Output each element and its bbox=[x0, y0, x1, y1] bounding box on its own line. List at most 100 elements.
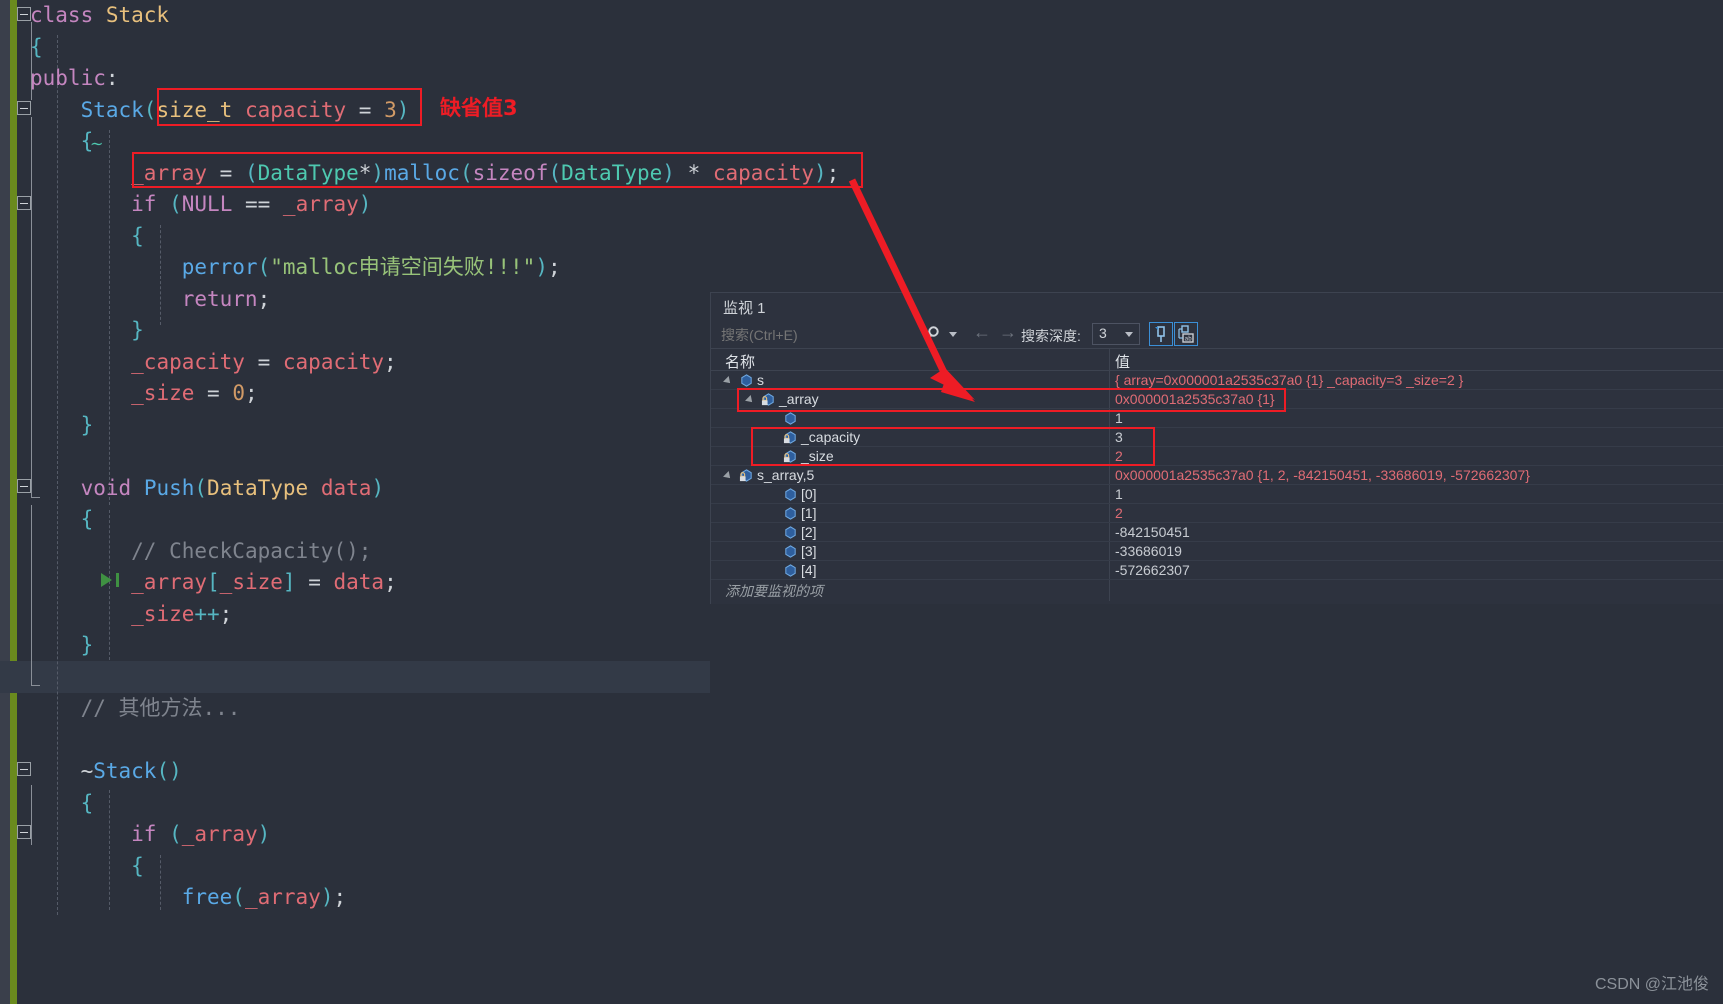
pin-button[interactable] bbox=[1149, 322, 1173, 346]
hex-display-button[interactable]: ab bbox=[1174, 322, 1198, 346]
code-token: ; bbox=[384, 570, 397, 594]
watch-row-value[interactable]: -842150451 bbox=[1115, 524, 1190, 540]
code-token: ( bbox=[143, 97, 157, 122]
code-line: perror("malloc申请空间失败!!!"); bbox=[30, 252, 839, 284]
code-token: ) bbox=[371, 160, 385, 185]
search-depth-value: 3 bbox=[1099, 325, 1107, 341]
fold-toggle-dtor[interactable] bbox=[17, 762, 31, 776]
fold-toggle-push[interactable] bbox=[17, 479, 31, 493]
fold-toggle-dtor-if[interactable] bbox=[17, 825, 31, 839]
code-token: "malloc申请空间失败!!!" bbox=[270, 255, 536, 279]
code-token: ( bbox=[459, 160, 473, 185]
code-token: _array bbox=[181, 822, 258, 846]
search-box[interactable] bbox=[719, 323, 959, 347]
change-indicator-bar bbox=[10, 0, 17, 1004]
arrow-right-icon[interactable]: → bbox=[999, 322, 1017, 343]
watch-row-value[interactable]: 0x000001a2535c37a0 {1, 2, -842150451, -3… bbox=[1115, 467, 1530, 483]
watch-row[interactable]: [4] -572662307 bbox=[711, 561, 1723, 580]
column-header-value: 值 bbox=[1115, 354, 1131, 371]
hex-display-icon: ab bbox=[1178, 325, 1194, 343]
code-token: ( bbox=[244, 160, 258, 185]
watch-row-name: [2] bbox=[801, 524, 817, 540]
code-token: capacity bbox=[712, 160, 815, 185]
search-depth-chevron-down-icon[interactable] bbox=[1125, 332, 1133, 337]
code-token: perror bbox=[181, 255, 258, 279]
watermark: CSDN @江池俊 bbox=[1594, 976, 1709, 993]
code-token: } bbox=[131, 318, 144, 342]
watch-window-title: 监视 1 bbox=[723, 300, 766, 317]
fold-toggle-ctor[interactable] bbox=[17, 101, 31, 115]
code-token: malloc bbox=[384, 160, 460, 185]
watch-row-value[interactable]: -33686019 bbox=[1115, 543, 1182, 559]
cube-icon bbox=[785, 488, 796, 501]
watch-row[interactable]: [1] 2 bbox=[711, 504, 1723, 523]
watch-row-value[interactable]: 2 bbox=[1115, 448, 1123, 464]
watch-row[interactable]: s_array,5 0x000001a2535c37a0 {1, 2, -8421… bbox=[711, 466, 1723, 485]
fold-toggle-if[interactable] bbox=[17, 196, 31, 210]
fold-toggle-class[interactable] bbox=[17, 7, 31, 21]
code-token: // CheckCapacity(); bbox=[131, 538, 372, 563]
code-token: sizeof bbox=[472, 160, 549, 185]
code-line: } bbox=[30, 630, 839, 662]
watch-row[interactable]: [0] 1 bbox=[711, 485, 1723, 504]
watch-row-value[interactable]: 2 bbox=[1115, 505, 1123, 521]
code-token: _size bbox=[131, 381, 195, 405]
watch-row-value[interactable]: -572662307 bbox=[1115, 562, 1190, 578]
watch-row-value[interactable]: 0x000001a2535c37a0 {1} bbox=[1115, 391, 1275, 407]
code-token: ; bbox=[257, 286, 271, 311]
code-token: ; bbox=[219, 601, 233, 626]
code-token: ; bbox=[384, 349, 397, 374]
code-token: ; bbox=[333, 885, 347, 909]
expander-triangle-icon[interactable] bbox=[723, 376, 733, 386]
code-token: ; bbox=[826, 160, 840, 185]
cube-locked-icon bbox=[783, 431, 796, 444]
watch-row[interactable]: 1 bbox=[711, 409, 1723, 428]
code-token: = bbox=[244, 349, 283, 374]
code-token: ) bbox=[320, 885, 334, 909]
arrow-left-icon[interactable]: ← bbox=[973, 322, 991, 343]
watch-row-value[interactable]: 1 bbox=[1115, 486, 1123, 502]
watch-row-value[interactable]: 3 bbox=[1115, 429, 1123, 445]
search-input[interactable] bbox=[719, 326, 919, 344]
watch-row-value[interactable]: 1 bbox=[1115, 410, 1123, 426]
code-token: _array bbox=[244, 885, 321, 909]
code-token: } bbox=[80, 412, 94, 437]
code-token: () bbox=[156, 759, 182, 783]
code-token: size_t bbox=[156, 97, 233, 122]
watch-row-name: _array bbox=[779, 391, 819, 407]
watch-row[interactable]: _capacity 3 bbox=[711, 428, 1723, 447]
watch-row[interactable]: _array 0x000001a2535c37a0 {1} bbox=[711, 390, 1723, 409]
code-token: // 其他方法... bbox=[80, 696, 241, 720]
expander-triangle-icon[interactable] bbox=[723, 471, 733, 481]
watch-row[interactable]: [2] -842150451 bbox=[711, 523, 1723, 542]
code-token: ( bbox=[169, 192, 182, 216]
cube-locked-icon bbox=[739, 469, 752, 482]
search-options-chevron-down-icon[interactable] bbox=[949, 332, 957, 337]
expander-triangle-icon[interactable] bbox=[745, 395, 755, 405]
code-token: Stack bbox=[93, 759, 157, 783]
watch-rows[interactable]: s { array=0x000001a2535c37a0 {1} _capacit… bbox=[711, 371, 1723, 600]
watch-row-name: _size bbox=[801, 448, 834, 464]
watch-row[interactable]: [3] -33686019 bbox=[711, 542, 1723, 561]
code-token: Stack bbox=[80, 97, 144, 122]
watch-row[interactable]: _size 2 bbox=[711, 447, 1723, 466]
code-token: 0 bbox=[232, 381, 245, 405]
code-line: { bbox=[30, 788, 839, 820]
watch-window[interactable]: 监视 1 ← → 搜索深度: 3 ab 名称 值 s{ array=0x0000 bbox=[710, 292, 1723, 604]
code-token: ( bbox=[232, 885, 245, 909]
add-watch-item-row[interactable]: 添加要监视的项 bbox=[711, 580, 1723, 600]
magnifier-icon[interactable] bbox=[926, 325, 944, 343]
code-line: if (_array) bbox=[30, 819, 839, 851]
code-token: = bbox=[346, 97, 385, 122]
code-token: Push bbox=[143, 475, 195, 500]
watch-row[interactable]: s { array=0x000001a2535c37a0 {1} _capacit… bbox=[711, 371, 1723, 390]
pin-icon bbox=[1155, 326, 1165, 342]
code-token: : bbox=[105, 66, 119, 90]
watch-row-value[interactable]: { array=0x000001a2535c37a0 {1} _capacity… bbox=[1115, 372, 1463, 388]
code-token: ++ bbox=[194, 601, 220, 626]
code-token: public bbox=[30, 66, 106, 90]
